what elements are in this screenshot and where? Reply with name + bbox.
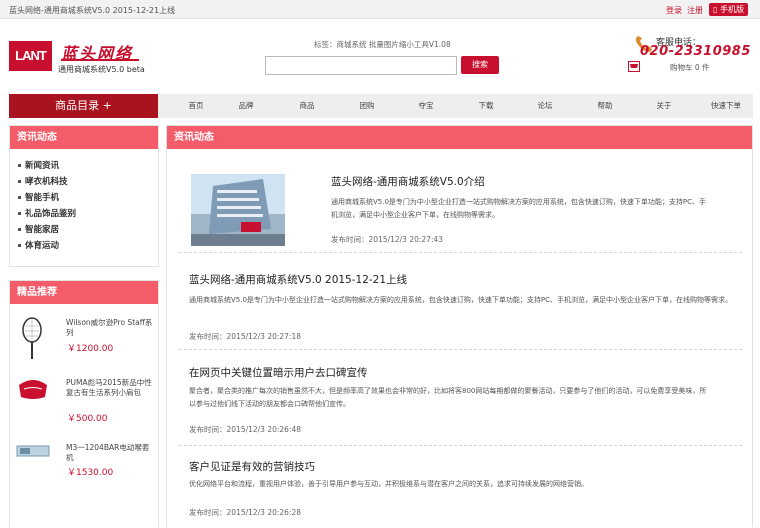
featured-article: 蓝头网络-通用商城系统V5.0介绍 通用商城系统V5.0是专门为中小型企业打造一… xyxy=(179,159,742,253)
sidebar-news-list: 新闻资讯 哮衣机科技 智能手机 礼品饰品鉴别 智能家居 体育运动 xyxy=(10,149,158,254)
sidebar-recommend-title: 精品推荐 xyxy=(10,281,158,304)
sidebar-item-smart-home[interactable]: 智能家居 xyxy=(18,222,158,238)
article-title[interactable]: 蓝头网络-通用商城系统V5.0 2015-12-21上线 xyxy=(189,272,407,287)
login-link[interactable]: 登录 xyxy=(666,5,682,16)
nav-item-products[interactable]: 商品 xyxy=(287,94,327,118)
nav-item-forum[interactable]: 论坛 xyxy=(525,94,565,118)
cart-icon[interactable] xyxy=(628,61,640,72)
article-desc: 通用商城系统V5.0是专门为中小型企业打造一站式购物解决方案的应用系统，包含快速… xyxy=(189,296,733,304)
cart-count[interactable]: 购物车 0 件 xyxy=(670,62,710,73)
article-time: 发布时间：2015/12/3 20:26:48 xyxy=(189,425,302,434)
sidebar-item-tech[interactable]: 哮衣机科技 xyxy=(18,174,158,190)
nav-item-group-buy[interactable]: 团购 xyxy=(347,94,387,118)
product-price: ￥1200.00 xyxy=(67,344,114,354)
article-desc: 聚合者，聚合类的推广每次的销售虽然不大，但是频率高了效果也会非常的好，比如将客8… xyxy=(189,387,707,408)
article-time: 发布时间：2015/12/3 20:26:28 xyxy=(189,508,302,517)
article-desc: 优化网络平台和流程，重视用户体验，善于引导用户参与互动，并积极维系与潜在客户之间… xyxy=(189,480,588,488)
hot-tags[interactable]: 标签：商城系统 批量图片缩小工具V1.08 xyxy=(314,39,451,50)
logo-badge: LANT xyxy=(9,41,52,71)
product-item[interactable]: M3一1204BAR电动喉套机 ￥1530.00 xyxy=(10,438,158,483)
article-desc: 通用商城系统V5.0是专门为中小型企业打造一站式购物解决方案的应用系统，包含快速… xyxy=(331,198,707,219)
top-bar: 蓝头网络-通用商城系统V5.0 2015-12-21上线 登录 注册 ▯ 手机版 xyxy=(0,0,760,19)
nav-item-quick-order[interactable]: 快速下单 xyxy=(701,94,751,118)
sidebar-news-title: 资讯动态 xyxy=(10,126,158,149)
device-image xyxy=(16,445,50,457)
search-button[interactable]: 搜索 xyxy=(461,56,499,74)
product-price: ￥500.00 xyxy=(67,414,108,424)
article-item: 客户见证是有效的营销技巧 优化网络平台和流程，重视用户体验，善于引导用户参与互动… xyxy=(179,452,742,528)
nav-item-treasure[interactable]: 夺宝 xyxy=(406,94,446,118)
main-news-title: 资讯动态 xyxy=(167,126,752,149)
article-title[interactable]: 蓝头网络-通用商城系统V5.0介绍 xyxy=(331,174,485,189)
product-name[interactable]: M3一1204BAR电动喉套机 xyxy=(66,443,154,463)
article-time: 发布时间：2015/12/3 20:27:18 xyxy=(189,332,302,341)
article-title[interactable]: 在网页中关键位置暗示用户去口碑宣传 xyxy=(189,365,368,380)
category-menu-button[interactable]: 商品目录 + xyxy=(9,94,158,118)
main-news-panel: 资讯动态 蓝头网络-通用商城系统V5.0介绍 通用商城系统V5.0是专门为中小型… xyxy=(166,125,753,527)
product-price: ￥1530.00 xyxy=(67,468,114,478)
sidebar-item-news[interactable]: 新闻资讯 xyxy=(18,158,158,174)
search-input[interactable] xyxy=(265,56,457,75)
logo-subtitle: 通用商城系统V5.0 beta xyxy=(58,65,145,74)
sidebar-recommend-panel: 精品推荐 Wilson威尔逊Pro Staff系列 ￥1200.00 PUMA彪… xyxy=(9,280,159,527)
sidebar-item-smartphone[interactable]: 智能手机 xyxy=(18,190,158,206)
article-title[interactable]: 客户见证是有效的营销技巧 xyxy=(189,459,315,474)
tennis-racket-image xyxy=(22,317,42,359)
nav-item-brand[interactable]: 品牌 xyxy=(226,94,266,118)
article-item: 在网页中关键位置暗示用户去口碑宣传 聚合者，聚合类的推广每次的销售虽然不大，但是… xyxy=(179,358,742,446)
nav-item-home[interactable]: 首页 xyxy=(176,94,216,118)
mobile-icon: ▯ xyxy=(713,5,718,14)
article-time: 发布时间：2015/12/3 20:27:43 xyxy=(331,235,444,244)
nav-item-download[interactable]: 下载 xyxy=(466,94,506,118)
sidebar-item-gifts[interactable]: 礼品饰品鉴别 xyxy=(18,206,158,222)
article-item: 蓝头网络-通用商城系统V5.0 2015-12-21上线 通用商城系统V5.0是… xyxy=(179,261,742,350)
sidebar-item-sports[interactable]: 体育运动 xyxy=(18,238,158,254)
sidebar-news-panel: 资讯动态 新闻资讯 哮衣机科技 智能手机 礼品饰品鉴别 智能家居 体育运动 xyxy=(9,125,159,267)
product-name[interactable]: Wilson威尔逊Pro Staff系列 xyxy=(66,318,154,338)
product-name[interactable]: PUMA彪马2015新品中性复古有生活系列小肩包 xyxy=(66,378,154,398)
register-link[interactable]: 注册 xyxy=(687,5,703,16)
product-item[interactable]: PUMA彪马2015新品中性复古有生活系列小肩包 ￥500.00 xyxy=(10,373,158,424)
product-item[interactable]: Wilson威尔逊Pro Staff系列 ￥1200.00 xyxy=(10,313,158,363)
nav-item-about[interactable]: 关于 xyxy=(644,94,684,118)
main-nav: 商品目录 + 首页 品牌 商品 团购 夺宝 下载 论坛 帮助 关于 快速下单 xyxy=(9,94,753,118)
article-thumbnail[interactable] xyxy=(191,174,285,246)
logo-underline xyxy=(61,59,139,61)
shoulder-bag-image xyxy=(19,380,47,399)
top-notice[interactable]: 蓝头网络-通用商城系统V5.0 2015-12-21上线 xyxy=(9,5,175,16)
mobile-version-button[interactable]: ▯ 手机版 xyxy=(709,3,748,16)
mobile-label: 手机版 xyxy=(719,5,744,14)
nav-item-help[interactable]: 帮助 xyxy=(585,94,625,118)
phone-number: 020-23310985 xyxy=(640,44,751,59)
